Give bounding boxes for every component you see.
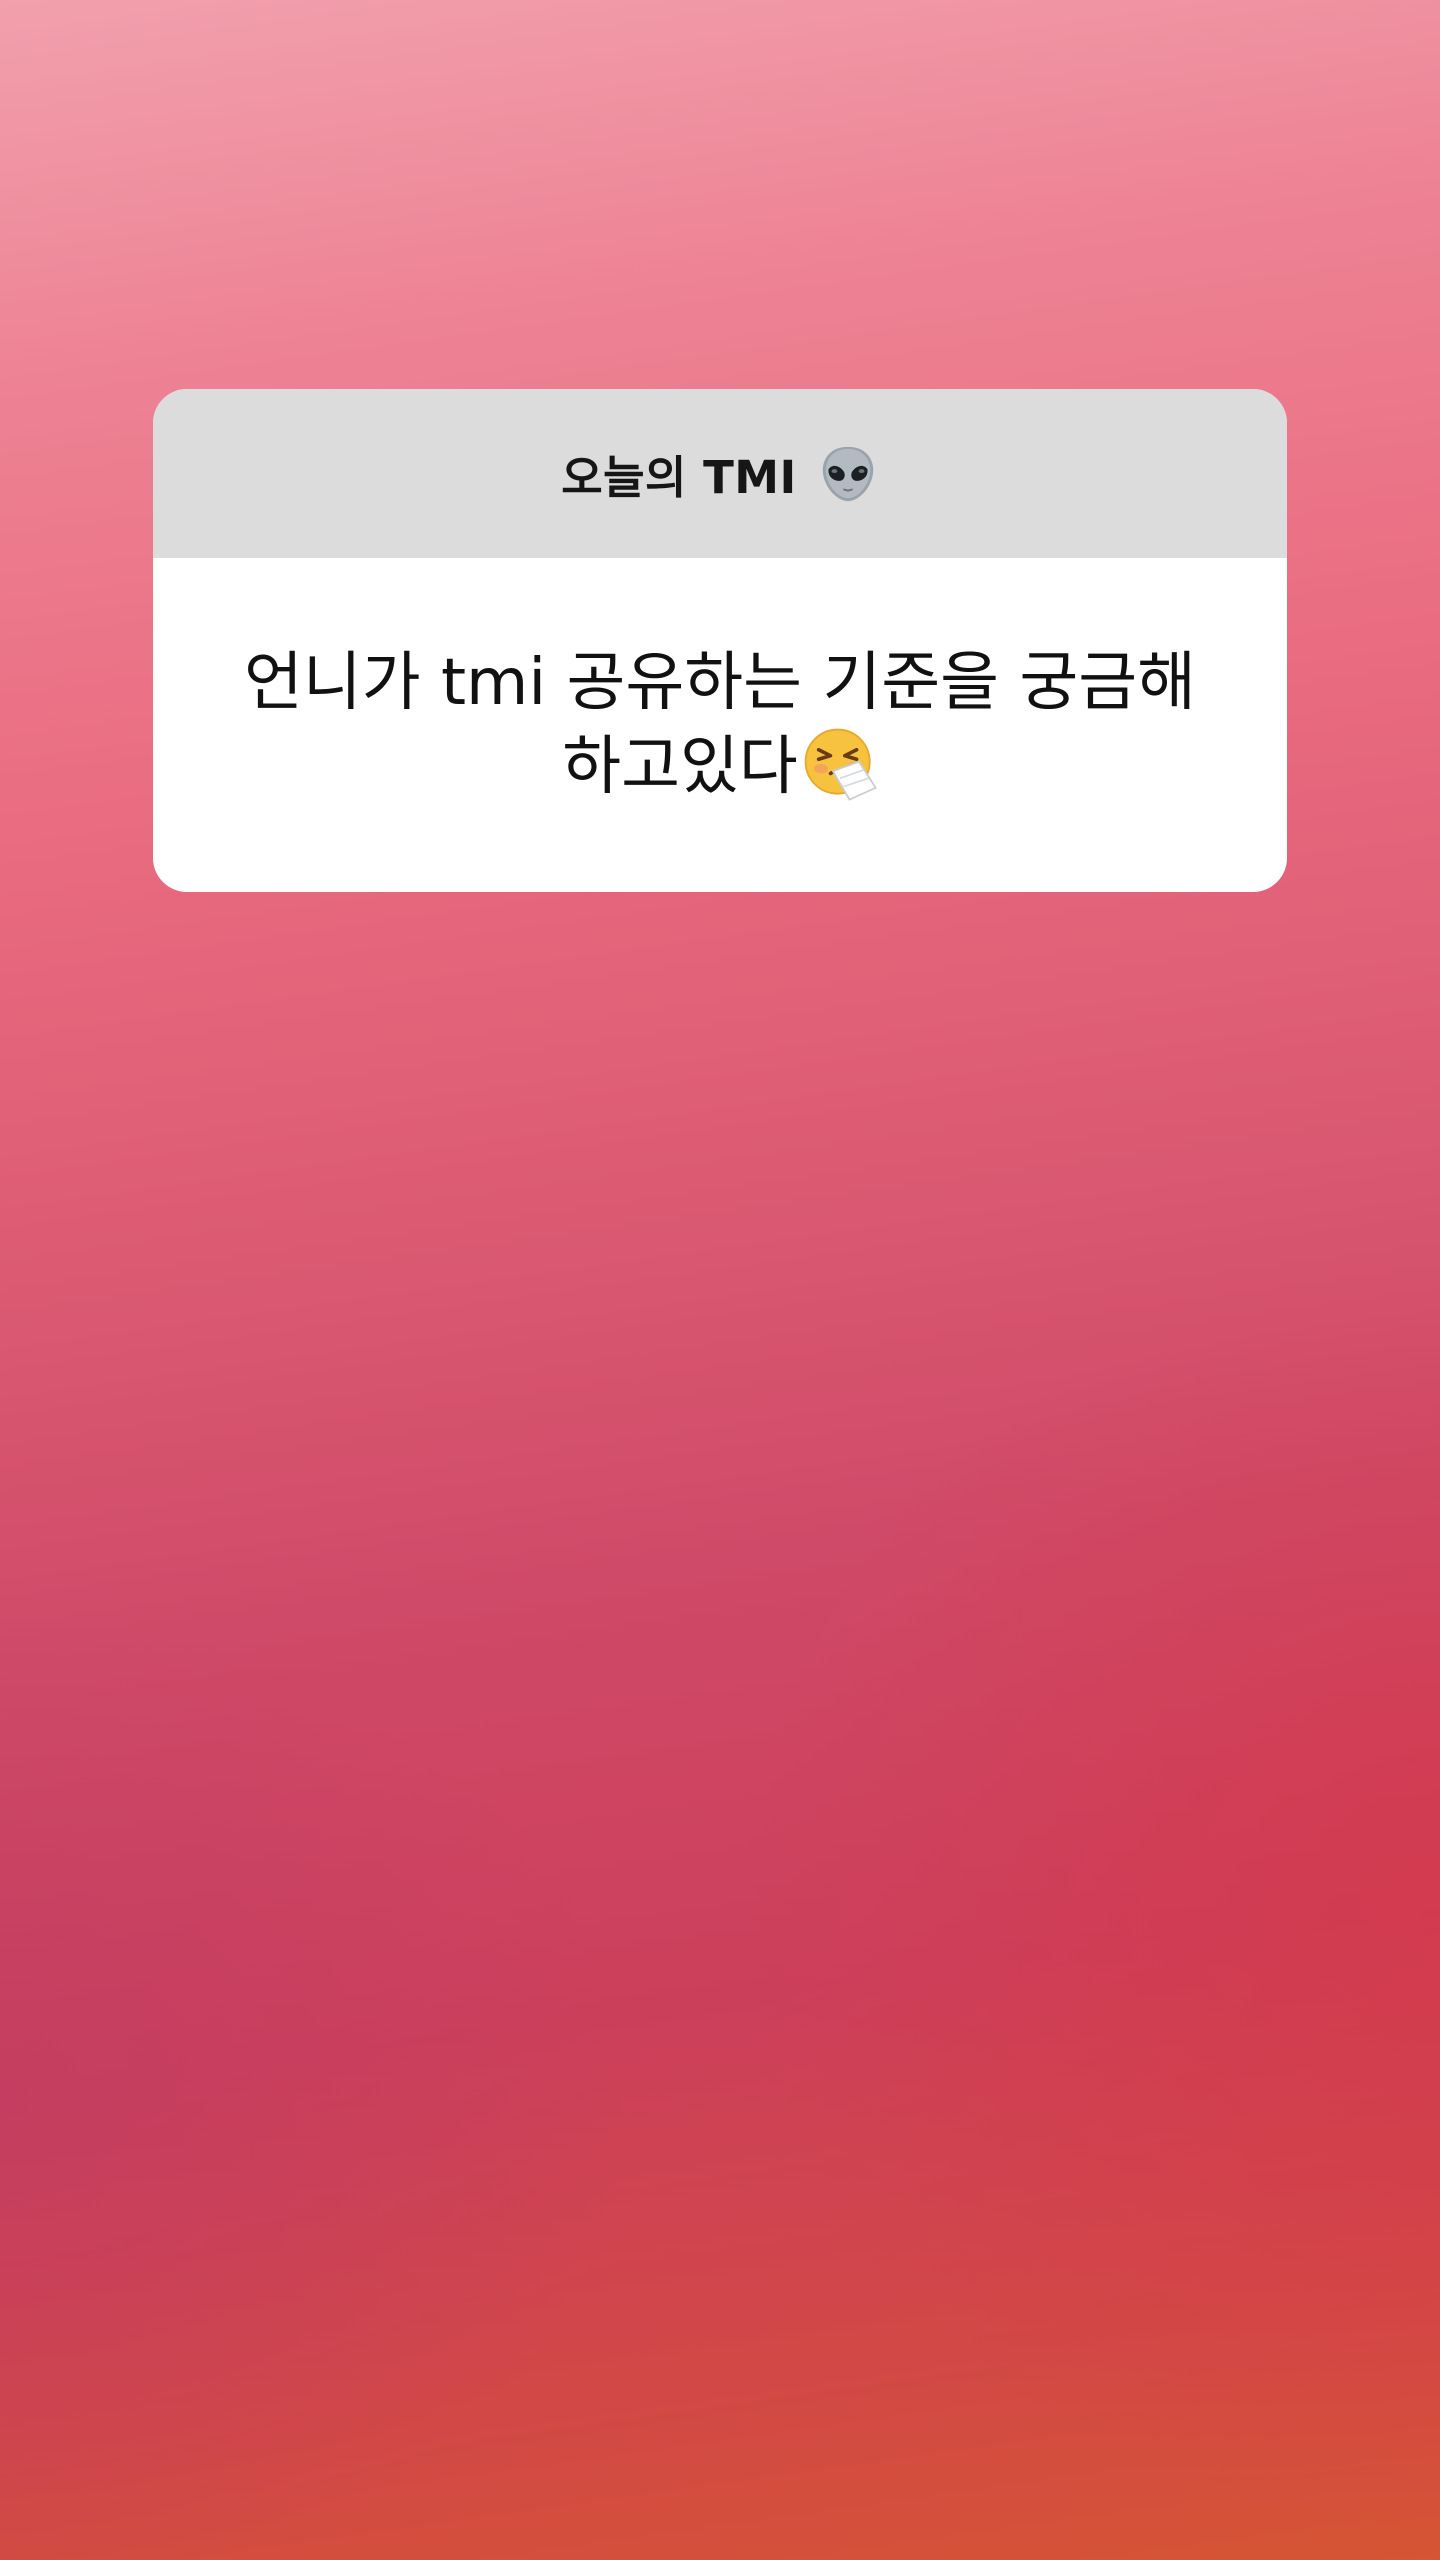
question-sticker-title: 오늘의 TMI [561, 451, 797, 504]
answer-text: 언니가 tmi 공유하는 기준을 궁금해하고있다 [243, 646, 1197, 804]
sneezing-face-icon [802, 726, 878, 802]
question-sticker-header: 오늘의 TMI [153, 389, 1287, 558]
question-sticker[interactable]: 오늘의 TMI 언니가 tmi 공유하는 기준을 궁금해하고있다 [153, 389, 1287, 892]
question-sticker-response: 언니가 tmi 공유하는 기준을 궁금해하고있다 [153, 558, 1287, 892]
alien-icon [817, 443, 879, 505]
story-background [0, 0, 1440, 2560]
answer-text-block: 언니가 tmi 공유하는 기준을 궁금해하고있다 [230, 641, 1210, 809]
